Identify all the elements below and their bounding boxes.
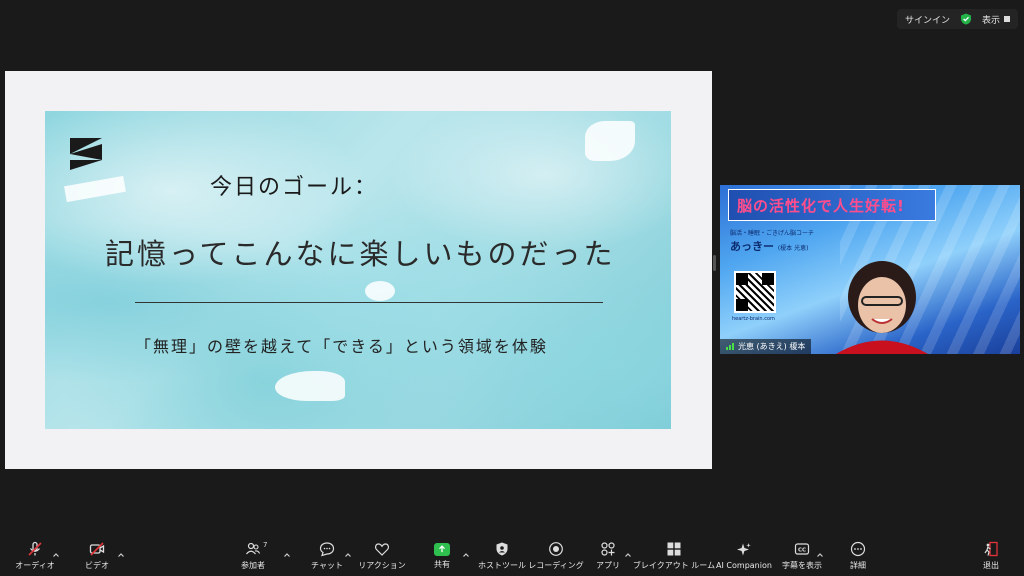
slide: 今日のゴール： 記憶ってこんなに楽しいものだった 「無理」の壁を越えて「できる」… <box>45 111 671 429</box>
share-options-caret[interactable] <box>462 544 470 557</box>
slide-title: 記憶ってこんなに楽しいものだった <box>105 237 616 271</box>
more-icon <box>850 541 866 557</box>
apps-icon <box>601 542 615 556</box>
leave-door-icon <box>984 541 998 557</box>
view-menu[interactable]: 表示 <box>982 13 1010 26</box>
reactions-button[interactable]: リアクション <box>358 536 406 576</box>
panel-resize-handle[interactable] <box>713 255 716 271</box>
captions-options-caret[interactable] <box>816 544 824 557</box>
background-url: heartz-brain.com <box>732 316 775 322</box>
shared-screen: 今日のゴール： 記憶ってこんなに楽しいものだった 「無理」の壁を越えて「できる」… <box>5 71 712 469</box>
share-button[interactable]: 共有 <box>428 536 456 576</box>
signin-link[interactable]: サインイン <box>905 13 950 26</box>
reactions-label: リアクション <box>358 561 406 570</box>
view-grid-icon <box>1004 16 1010 22</box>
audio-label: オーディオ <box>15 561 55 570</box>
chat-button[interactable]: チャット <box>310 536 344 576</box>
share-label: 共有 <box>434 559 450 569</box>
recording-label: レコーディング <box>528 561 584 570</box>
participants-icon <box>246 542 261 555</box>
apps-label: アプリ <box>596 561 620 570</box>
participant-person <box>836 261 928 354</box>
participant-video-tile[interactable]: 脳の活性化で人生好転! 脳活・睡眠・ごきげん脳コーチ あっきー (榎本 光恵) … <box>720 185 1020 354</box>
chevron-up-icon <box>53 553 59 557</box>
shield-check-icon[interactable] <box>960 13 972 25</box>
recording-button[interactable]: レコーディング <box>528 536 584 576</box>
background-role-text: 脳活・睡眠・ごきげん脳コーチ <box>730 230 815 237</box>
fullname-small: (榎本 光恵) <box>777 245 809 252</box>
chat-icon <box>319 542 335 557</box>
slide-divider <box>135 302 603 303</box>
host-tools-label: ホストツール <box>478 561 526 570</box>
background-name-text: あっきー (榎本 光恵) <box>730 238 808 254</box>
participants-label: 参加者 <box>241 561 265 570</box>
signal-strength-icon <box>726 343 734 350</box>
background-banner: 脳の活性化で人生好転! <box>728 189 936 221</box>
nickname: あっきー <box>730 240 774 253</box>
banner-text: 脳の活性化で人生好転! <box>737 197 905 215</box>
muted-microphone-icon <box>28 541 42 556</box>
more-label: 詳細 <box>850 561 866 570</box>
view-label: 表示 <box>981 15 1000 26</box>
chevron-up-icon <box>118 553 124 557</box>
chevron-up-icon <box>817 553 823 557</box>
host-shield-icon <box>496 542 508 556</box>
leave-button[interactable]: 退出 <box>976 536 1006 576</box>
breakout-rooms-icon <box>667 542 681 556</box>
audio-options-caret[interactable] <box>52 544 60 557</box>
chat-options-caret[interactable] <box>344 544 352 557</box>
video-options-caret[interactable] <box>117 544 125 557</box>
slide-subtitle: 今日のゴール： <box>210 175 379 200</box>
audio-button[interactable]: オーディオ <box>15 536 55 576</box>
more-button[interactable]: 詳細 <box>842 536 874 576</box>
apps-button[interactable]: アプリ <box>594 536 622 576</box>
video-off-icon <box>89 542 105 556</box>
chat-label: チャット <box>311 561 343 570</box>
leave-label: 退出 <box>983 561 999 570</box>
closed-captions-icon: CC <box>794 543 810 555</box>
top-status-bar: サインイン 表示 <box>896 9 1018 29</box>
breakout-rooms-label: ブレイクアウト ルーム <box>632 561 716 570</box>
breakout-rooms-button[interactable]: ブレイクアウト ルーム <box>633 536 715 576</box>
sparkle-icon <box>737 543 751 556</box>
slide-description: 「無理」の壁を越えて「できる」という領域を体験 <box>135 337 548 356</box>
meeting-toolbar: オーディオ ビデオ 参加者 7 チャット リアクション 共有 ホストツール レコ… <box>0 536 1024 576</box>
video-label: ビデオ <box>85 561 109 570</box>
qr-code <box>734 271 776 313</box>
participant-count: 7 <box>263 541 268 549</box>
chevron-up-icon <box>625 553 631 557</box>
share-screen-icon <box>434 542 450 556</box>
chevron-up-icon <box>463 553 469 557</box>
svg-text:CC: CC <box>798 548 806 554</box>
participant-name: 光恵 (あきえ) 榎本 <box>738 342 806 351</box>
participant-name-tag: 光恵 (あきえ) 榎本 <box>720 339 812 354</box>
video-button[interactable]: ビデオ <box>80 536 114 576</box>
ai-companion-button[interactable]: AI Companion <box>716 536 772 576</box>
participants-options-caret[interactable] <box>283 544 291 557</box>
captions-label: 字幕を表示 <box>782 561 822 570</box>
ai-companion-label: AI Companion <box>716 561 772 570</box>
chevron-up-icon <box>284 553 290 557</box>
record-icon <box>549 542 563 556</box>
host-tools-button[interactable]: ホストツール <box>478 536 526 576</box>
apps-options-caret[interactable] <box>624 544 632 557</box>
chevron-up-icon <box>345 553 351 557</box>
brand-logo <box>70 138 102 170</box>
heart-icon <box>374 543 390 556</box>
